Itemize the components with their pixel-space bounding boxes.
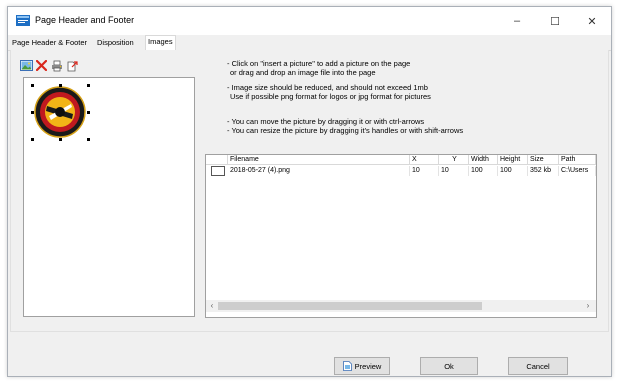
instruction-line: or drag and drop an image file into the … bbox=[230, 68, 376, 77]
tab-page-header-footer[interactable]: Page Header & Footer bbox=[10, 37, 89, 49]
tab-disposition[interactable]: Disposition bbox=[95, 37, 136, 49]
resize-handle-left[interactable] bbox=[31, 111, 34, 114]
grid-corner-cell bbox=[206, 155, 228, 165]
scrollbar-thumb[interactable] bbox=[218, 302, 482, 310]
delete-picture-icon bbox=[36, 60, 47, 71]
cell-filename[interactable]: 2018-05-27 (4).png bbox=[228, 166, 410, 176]
scroll-left-arrow-icon[interactable]: ‹ bbox=[206, 300, 218, 312]
minimize-icon: – bbox=[513, 15, 521, 27]
column-header-size[interactable]: Size bbox=[528, 155, 559, 165]
column-header-x[interactable]: X bbox=[410, 155, 439, 165]
column-header-y[interactable]: Y bbox=[439, 155, 469, 165]
image-canvas[interactable] bbox=[23, 77, 195, 317]
tab-strip: Page Header & Footer Disposition Images bbox=[8, 35, 611, 51]
window-title: Page Header and Footer bbox=[35, 15, 135, 25]
print-button[interactable] bbox=[50, 59, 63, 72]
scroll-right-arrow-icon[interactable]: › bbox=[582, 300, 594, 312]
cell-size[interactable]: 352 kb bbox=[528, 166, 559, 176]
resize-handle-bottom[interactable] bbox=[59, 138, 62, 141]
column-header-width[interactable]: Width bbox=[469, 155, 498, 165]
cell-x[interactable]: 10 bbox=[410, 166, 439, 176]
column-header-height[interactable]: Height bbox=[498, 155, 528, 165]
instruction-line: - You can move the picture by dragging i… bbox=[227, 117, 425, 126]
resize-handle-bottom-right[interactable] bbox=[87, 138, 90, 141]
resize-handle-right[interactable] bbox=[87, 111, 90, 114]
column-header-path[interactable]: Path bbox=[559, 155, 596, 165]
column-header-filename[interactable]: Filename bbox=[228, 155, 410, 165]
resize-handle-bottom-left[interactable] bbox=[31, 138, 34, 141]
app-icon bbox=[16, 15, 30, 26]
cell-y[interactable]: 10 bbox=[439, 166, 469, 176]
maximize-icon: ☐ bbox=[550, 15, 560, 28]
cell-path[interactable]: C:\Users bbox=[559, 166, 596, 176]
preview-label: Preview bbox=[354, 361, 382, 371]
insert-picture-button[interactable] bbox=[20, 59, 33, 72]
instruction-line: - You can resize the picture by dragging… bbox=[227, 126, 464, 135]
dialog-window: Page Header and Footer – ☐ ✕ Page Header… bbox=[7, 6, 612, 377]
cancel-button[interactable]: Cancel bbox=[508, 357, 568, 375]
cancel-label: Cancel bbox=[526, 361, 550, 371]
grid-header-row: Filename X Y Width Height Size Path bbox=[206, 155, 596, 165]
preview-icon bbox=[342, 361, 352, 371]
club-logo-image[interactable] bbox=[34, 86, 86, 138]
resize-handle-top-right[interactable] bbox=[87, 84, 90, 87]
print-icon bbox=[51, 60, 62, 71]
title-bar: Page Header and Footer – ☐ ✕ bbox=[8, 7, 611, 35]
minimize-button[interactable]: – bbox=[498, 7, 536, 35]
export-icon bbox=[67, 60, 78, 71]
instruction-line: Use if possible png format for logos or … bbox=[230, 92, 431, 101]
table-row[interactable]: 2018-05-27 (4).png 10 10 100 100 352 kb … bbox=[206, 166, 596, 176]
images-grid[interactable]: Filename X Y Width Height Size Path 2018… bbox=[205, 154, 597, 318]
cell-width[interactable]: 100 bbox=[469, 166, 498, 176]
horizontal-scrollbar[interactable]: ‹ › bbox=[206, 300, 596, 312]
resize-handle-top[interactable] bbox=[59, 84, 62, 87]
delete-picture-button[interactable] bbox=[35, 59, 48, 72]
cell-height[interactable]: 100 bbox=[498, 166, 528, 176]
instruction-line: - Click on "insert a picture" to add a p… bbox=[227, 59, 411, 68]
ok-label: Ok bbox=[444, 361, 454, 371]
ok-button[interactable]: Ok bbox=[420, 357, 478, 375]
preview-button[interactable]: Preview bbox=[334, 357, 390, 375]
close-button[interactable]: ✕ bbox=[573, 7, 611, 35]
resize-handle-top-left[interactable] bbox=[31, 84, 34, 87]
maximize-button[interactable]: ☐ bbox=[536, 7, 574, 35]
export-button[interactable] bbox=[65, 59, 78, 72]
insert-picture-icon bbox=[20, 60, 33, 71]
close-icon: ✕ bbox=[587, 15, 597, 28]
tab-images[interactable]: Images bbox=[145, 35, 176, 51]
instruction-line: - Image size should be reduced, and shou… bbox=[227, 83, 428, 92]
